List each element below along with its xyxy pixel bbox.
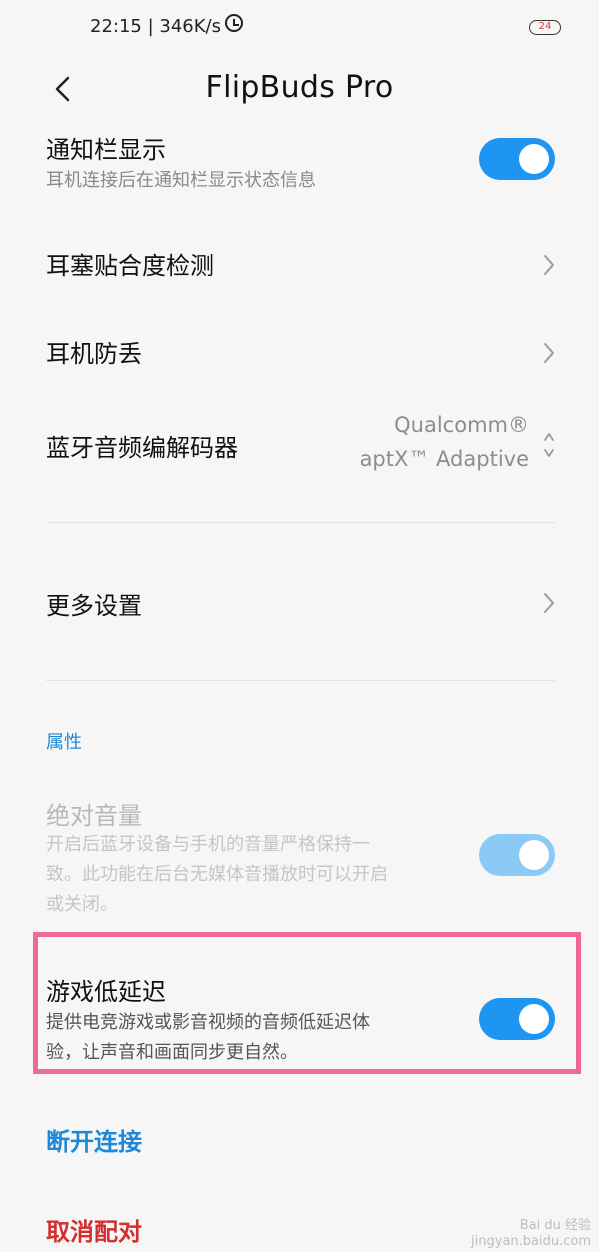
setting-anti-lost[interactable]: 耳机防丢 bbox=[0, 328, 599, 378]
codec-value-line2: aptX™ Adaptive bbox=[359, 447, 529, 471]
app-header: FlipBuds Pro bbox=[0, 56, 599, 126]
alarm-icon bbox=[225, 14, 243, 32]
toggle-knob bbox=[519, 144, 549, 174]
low-latency-toggle[interactable] bbox=[479, 998, 555, 1040]
setting-anti-lost-title: 耳机防丢 bbox=[46, 340, 142, 368]
setting-fit-test-title: 耳塞贴合度检测 bbox=[46, 252, 214, 280]
chevron-right-icon bbox=[544, 593, 554, 613]
setting-low-latency-subtitle-1: 提供电竞游戏或影音视频的音频低延迟体 bbox=[46, 1012, 370, 1033]
toggle-knob bbox=[519, 840, 549, 870]
setting-low-latency: 游戏低延迟 提供电竞游戏或影音视频的音频低延迟体 验，让声音和画面同步更自然。 bbox=[0, 970, 599, 1070]
status-time: 22:15 | 346K/s bbox=[90, 16, 221, 37]
battery-icon: 24 bbox=[529, 20, 561, 35]
setting-more[interactable]: 更多设置 bbox=[0, 578, 599, 628]
absolute-volume-toggle bbox=[479, 834, 555, 876]
chevron-up-down-icon bbox=[544, 433, 554, 457]
codec-value-line1: Qualcomm® bbox=[394, 413, 529, 437]
setting-absolute-volume-subtitle-1: 开启后蓝牙设备与手机的音量严格保持一 bbox=[46, 834, 370, 855]
setting-low-latency-title: 游戏低延迟 bbox=[46, 978, 166, 1006]
setting-codec-title: 蓝牙音频编解码器 bbox=[46, 434, 238, 462]
setting-more-title: 更多设置 bbox=[46, 592, 142, 620]
setting-low-latency-subtitle-2: 验，让声音和画面同步更自然。 bbox=[46, 1042, 298, 1063]
divider bbox=[46, 680, 555, 681]
notification-toggle[interactable] bbox=[479, 138, 555, 180]
setting-fit-test[interactable]: 耳塞贴合度检测 bbox=[0, 240, 599, 290]
setting-notification-title: 通知栏显示 bbox=[46, 136, 166, 164]
unpair-button[interactable]: 取消配对 bbox=[46, 1212, 142, 1247]
setting-absolute-volume-title: 绝对音量 bbox=[46, 802, 142, 830]
disconnect-button[interactable]: 断开连接 bbox=[46, 1122, 142, 1157]
setting-absolute-volume-subtitle-2: 致。此功能在后台无媒体音播放时可以开启 bbox=[46, 864, 388, 885]
codec-value: Qualcomm® aptX™ Adaptive bbox=[360, 408, 529, 476]
page-title: FlipBuds Pro bbox=[205, 70, 394, 105]
setting-absolute-volume-subtitle-3: 或关闭。 bbox=[46, 894, 118, 915]
section-label-properties: 属性 bbox=[46, 732, 82, 753]
toggle-knob bbox=[519, 1004, 549, 1034]
watermark: Bai du 经验 jingyan.baidu.com bbox=[471, 1218, 591, 1250]
setting-notification-subtitle: 耳机连接后在通知栏显示状态信息 bbox=[46, 170, 316, 191]
watermark-line1: Bai du 经验 bbox=[519, 1218, 591, 1233]
chevron-right-icon bbox=[544, 343, 554, 363]
battery-level: 24 bbox=[538, 21, 552, 32]
chevron-right-icon bbox=[544, 255, 554, 275]
watermark-line2: jingyan.baidu.com bbox=[471, 1234, 591, 1249]
status-bar: 22:15 | 346K/s 24 bbox=[0, 0, 599, 56]
setting-absolute-volume: 绝对音量 开启后蓝牙设备与手机的音量严格保持一 致。此功能在后台无媒体音播放时可… bbox=[0, 794, 599, 924]
setting-notification: 通知栏显示 耳机连接后在通知栏显示状态信息 bbox=[0, 126, 599, 206]
divider bbox=[46, 522, 555, 523]
